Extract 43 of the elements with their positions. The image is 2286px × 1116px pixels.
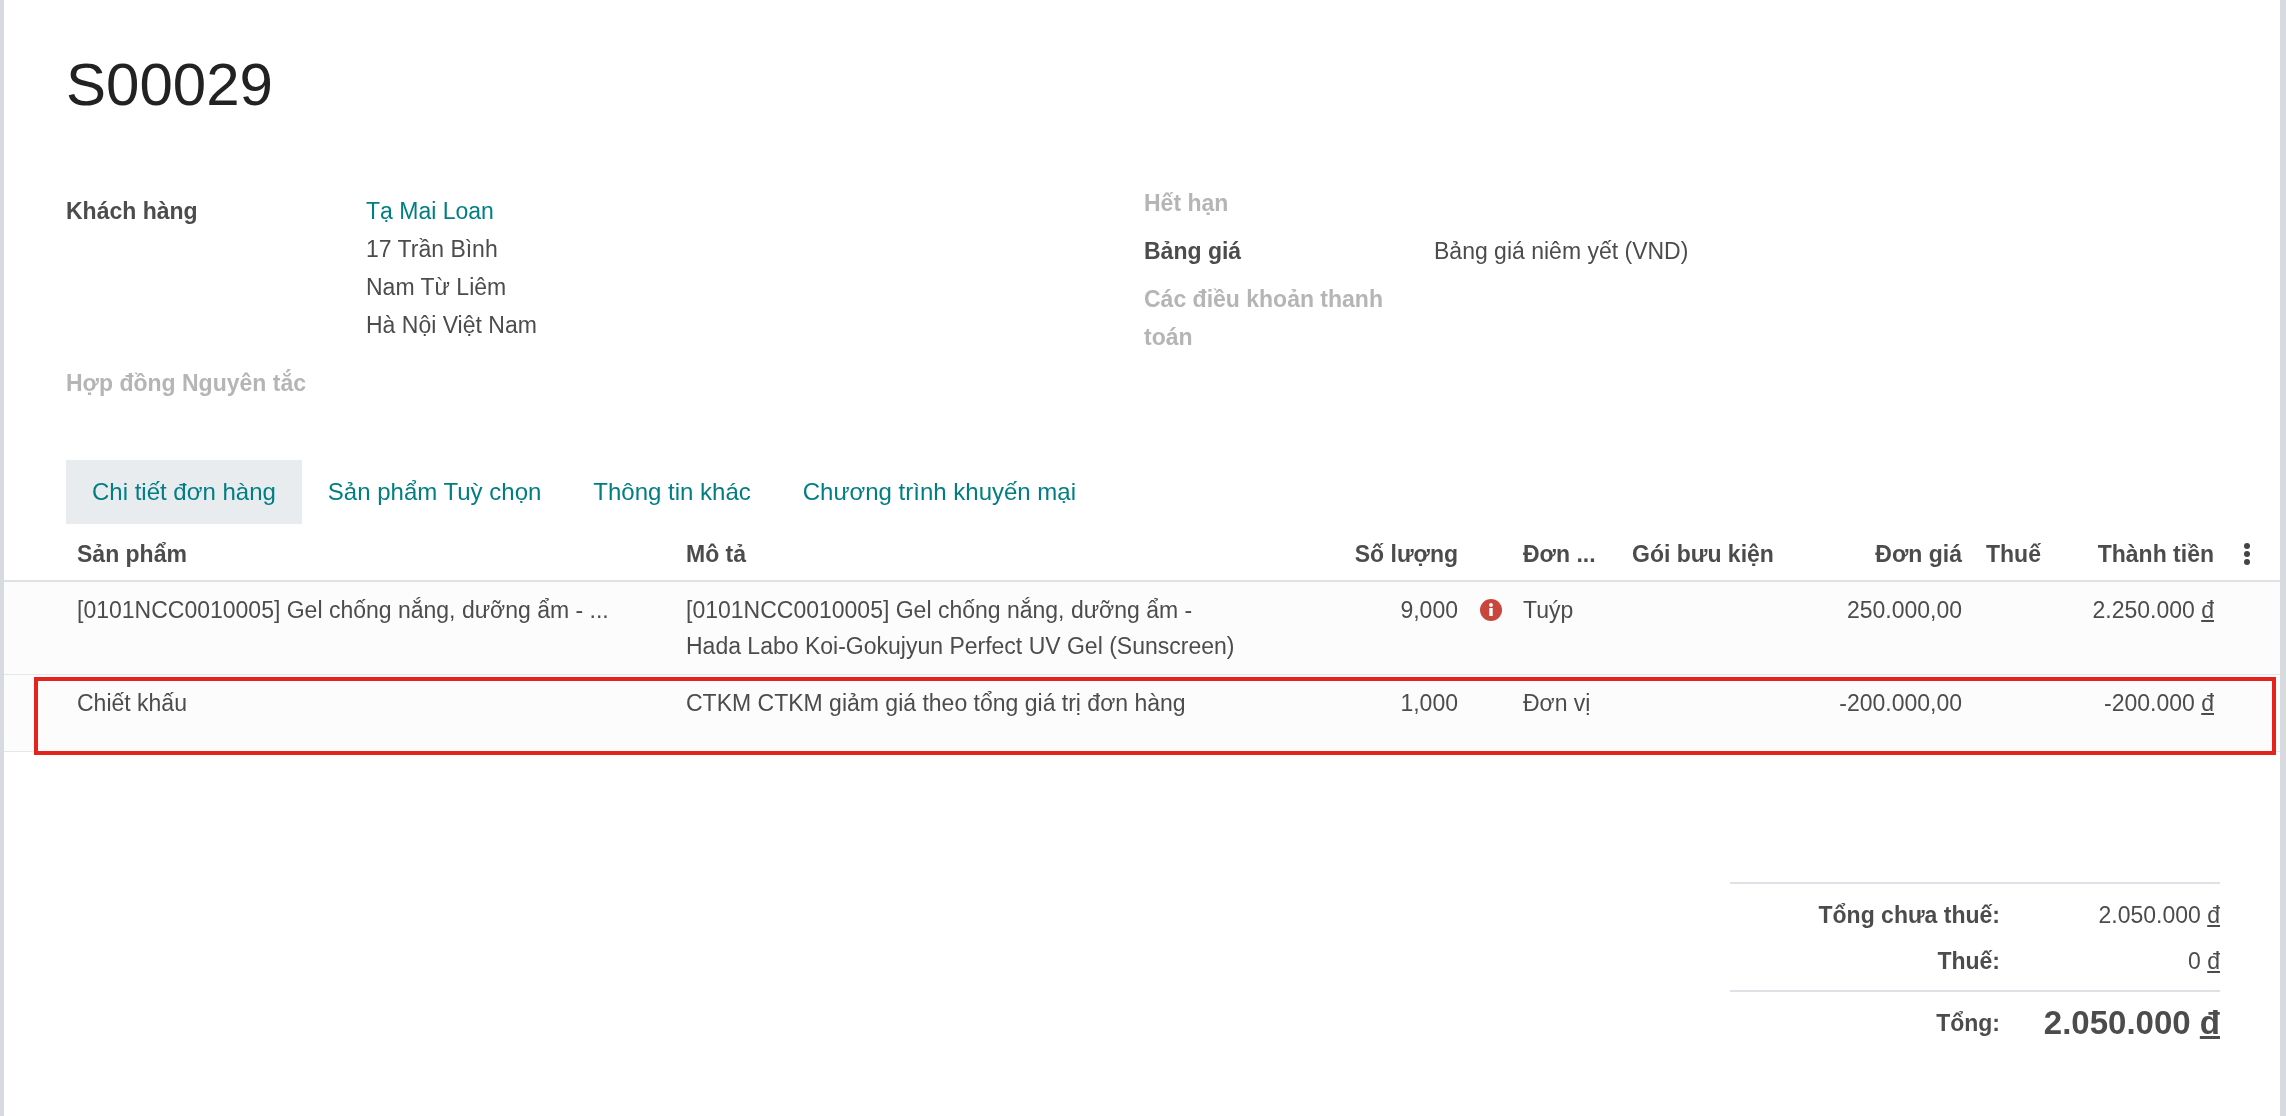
field-label: Bảng giá (1144, 237, 1243, 266)
more-options-icon[interactable] (2243, 542, 2251, 566)
tab[interactable]: Thông tin khác (567, 460, 777, 524)
table-cell-text: 1,000 (1399, 689, 1459, 718)
field-label: Các điều khoản thanh toán (1144, 285, 1384, 352)
column-header[interactable]: Thuế (1974, 536, 2068, 572)
table-cell-text: -200.000 đ (2103, 689, 2215, 718)
field-label: Khách hàng (66, 197, 199, 226)
table-cell-text: 250.000,00 (1845, 596, 1963, 625)
column-header[interactable]: Đơn giá (1786, 536, 1974, 572)
table-cell-text: [0101NCC0010005] Gel chống nắng, dưỡng ẩm - Hada Labo Koi-Gokujyun Perfect UV Gel (Sunscreen) (685, 596, 1236, 661)
column-header[interactable]: Gói bưu kiện (1620, 536, 1786, 572)
table-cell-text: Đơn vị (1522, 689, 1592, 718)
info-icon[interactable] (1479, 599, 1502, 621)
customer-link[interactable]: Tạ Mai Loan (366, 192, 537, 230)
column-header[interactable]: Sản phẩm (65, 536, 674, 572)
address-line: 17 Trần Bình (366, 235, 499, 264)
total-label: Thuế: (1936, 947, 2000, 976)
total-amount: 0 đ (2187, 947, 2220, 976)
column-header[interactable]: Mô tả (674, 536, 1264, 572)
total-label: Tổng chưa thuế: (1817, 901, 2000, 930)
address-line: Hà Nội Việt Nam (366, 311, 537, 340)
table-cell-text: [0101NCC0010005] Gel chống nắng, dưỡng ẩm - ... (76, 596, 610, 625)
table-cell-text: CTKM CTKM giảm giá theo tổng giá trị đơn hàng (685, 689, 1187, 718)
address-line: Nam Từ Liêm (366, 273, 508, 302)
total-amount: 2.050.000 đ (2097, 901, 2220, 930)
tab[interactable]: Chương trình khuyến mại (776, 460, 1103, 524)
table-cell-text: 2.250.000 đ (2091, 596, 2215, 625)
tab[interactable]: Chi tiết đơn hàng (66, 460, 302, 524)
total-label: Tổng: (1935, 1009, 2000, 1038)
column-header[interactable]: Số lượng (1264, 536, 1470, 572)
order-title: S00029 (66, 50, 274, 120)
table-cell-text: -200.000,00 (1838, 689, 1963, 718)
field-value: Bảng giá niêm yết (VND) (1434, 237, 1689, 266)
column-header[interactable]: Thành tiền (2068, 536, 2226, 572)
table-cell-text: Tuýp (1522, 596, 1575, 625)
field-label: Hết hạn (1144, 189, 1230, 218)
tab[interactable]: Sản phẩm Tuỳ chọn (301, 460, 568, 524)
column-header[interactable]: Đơn ... (1511, 536, 1620, 572)
total-amount: 2.050.000 đ (2042, 1003, 2220, 1043)
field-label: Hợp đồng Nguyên tắc (66, 368, 307, 398)
table-cell-text: 9,000 (1399, 596, 1459, 625)
table-cell-text: Chiết khấu (76, 689, 188, 718)
